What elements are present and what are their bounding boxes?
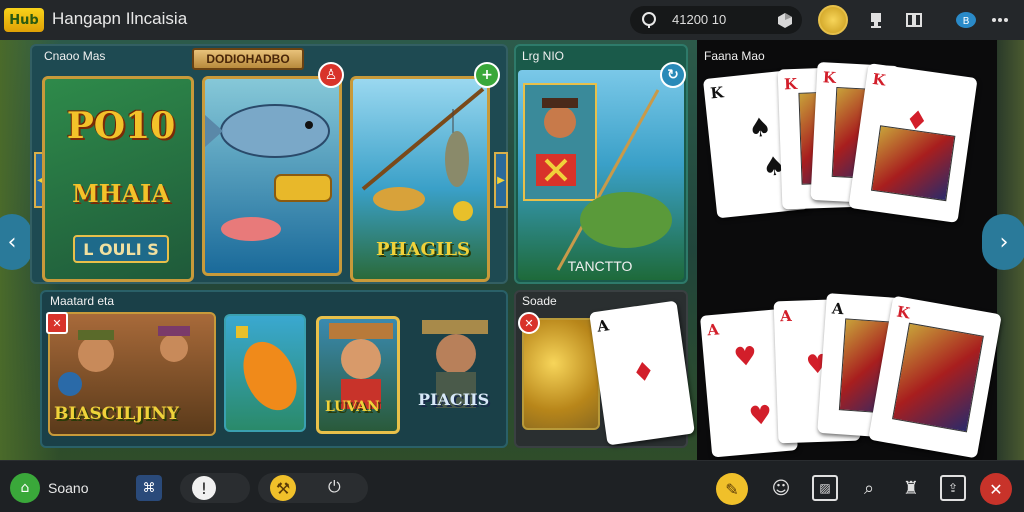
goldfish-illustration [236,326,297,411]
game-thumb-1-title: BIASCILJINY [54,404,179,424]
card-face-art [870,125,956,202]
clock-icon: ! [192,476,216,500]
bottom-bar: ⌂ Soano ⌘ ! ⚒ ⏻ ✎ ☺ ▨ ⌕ ♜ ⇪ ✕ [0,460,1024,512]
card-rank: K [709,83,725,103]
wrench-icon: ✎ [725,479,739,499]
game-thumb-4-title: PIACIIS [418,390,490,409]
profile-button[interactable]: ☺ [768,475,794,501]
card-suit: ♦ [630,356,658,390]
chevron-right-icon: › [999,229,1009,255]
card-suit-2: ♥ [747,400,774,433]
more-icon[interactable] [988,8,1012,32]
card-rank: A [706,320,720,340]
cards-panel-label: Faana Mao [704,49,765,63]
playing-card-mid[interactable]: A ♦ [589,300,695,446]
tools-button[interactable]: ✎ [716,473,748,505]
game-tile-2[interactable] [202,76,342,276]
game-tile-1[interactable]: PO10 MHAIA L OULI S [42,76,194,282]
home-button[interactable]: ⌂ [10,473,40,503]
trophy-icon: ♜ [902,477,920,499]
user-icon: ☺ [771,477,791,499]
home-label[interactable]: Soano [48,477,88,499]
map-button[interactable]: ⌘ [136,475,162,501]
search-icon: ⌕ [863,477,875,499]
book-icon[interactable] [902,8,926,32]
chevron-left-icon: ‹ [7,229,17,255]
card-rank: A [831,299,845,319]
trophy-icon[interactable] [864,8,888,32]
share-button[interactable]: ⇪ [940,475,966,501]
home-icon: ⌂ [20,480,30,496]
game-tile-1-title: PO10 [66,105,176,147]
refresh-icon: ↻ [667,67,679,83]
fisherman-game-tile[interactable] [518,70,684,280]
right-panel-badge[interactable]: ↻ [660,62,686,88]
game-thumb-1[interactable]: BIASCILJINY [48,312,216,436]
app-title: Hangapn Ilncaisia [52,9,188,28]
top-bar: Hub Hangapn Ilncaisia 41200 10 B [0,0,1024,40]
card-suit: ♥ [732,341,759,374]
game-thumb-2[interactable] [224,314,306,432]
search-button[interactable]: ⌕ [856,475,882,501]
cube-icon[interactable] [776,11,794,29]
thumb-1-badge[interactable]: ✕ [46,312,68,334]
chat-icon[interactable]: B [954,8,978,32]
game-tile-1-subtitle: MHAIA [72,179,170,208]
recommended-panel-label: Maatard eta [50,294,115,308]
search-value: 41200 10 [672,12,727,27]
coin-avatar[interactable] [818,5,848,35]
prev-page-button[interactable]: ‹ [0,214,32,270]
pin-icon [640,11,658,29]
next-page-button[interactable]: › [982,214,1024,270]
card-rank: A [595,316,610,336]
search-field[interactable]: 41200 10 [630,6,802,34]
coins-badge[interactable]: ✕ [518,312,540,334]
featured-next-arrow[interactable]: ▶ [494,152,508,208]
card-rank: K [871,69,887,90]
timer-pill[interactable]: ! [180,473,250,503]
game-tile-3[interactable]: PHAGILS [350,76,490,282]
game-thumb-3[interactable]: LUVAN [316,316,400,434]
person-icon: ♙ [324,67,338,83]
featured-banner: DODIOHADBO [192,48,304,70]
svg-text:B: B [963,16,970,27]
hammer-icon: ⚒ [270,475,296,501]
explorer-illustration [422,320,488,408]
plus-icon: + [481,67,493,83]
game-thumb-3-title: LUVAN [325,399,380,415]
right-panel-title: TANCTTO [567,258,633,274]
card-face-art [892,322,984,433]
rewards-button[interactable]: ♜ [898,475,924,501]
share-icon: ⇪ [947,481,959,495]
right-panel-label: Lrg NIO [522,49,565,63]
game-tile-3-title: PHAGILS [376,239,470,260]
tile-2-badge[interactable]: ♙ [318,62,344,88]
top-card-4[interactable]: K ♦ [848,63,978,223]
tools-icon: ✕ [989,479,1003,499]
card-rank: K [783,74,798,94]
game-tile-1-button[interactable]: L OULI S [73,235,169,263]
card-rank: K [895,302,912,323]
game-thumb-4[interactable]: PIACIIS [412,316,498,432]
featured-panel-label: Cnaoo Mas [44,49,106,63]
action-pill[interactable]: ⚒ ⏻ [258,473,368,503]
score-panel-label: Soade [522,294,557,308]
image-icon: ▨ [819,481,831,495]
map-icon: ⌘ [142,480,156,496]
close-icon: ✕ [52,316,62,330]
card-rank: A [779,306,793,326]
card-rank: K [822,68,837,87]
tile-3-badge[interactable]: + [474,62,500,88]
settings-button[interactable]: ✕ [980,473,1012,505]
app-logo[interactable]: Hub [4,8,44,32]
fisherman-illustration [523,83,672,271]
close-icon: ✕ [524,316,534,330]
cowboy-illustration [329,323,393,409]
gallery-button[interactable]: ▨ [812,475,838,501]
fish-illustration [205,104,332,241]
coins-tile[interactable] [522,318,600,430]
card-suit: ♠ [746,112,774,145]
power-icon: ⏻ [328,477,341,496]
